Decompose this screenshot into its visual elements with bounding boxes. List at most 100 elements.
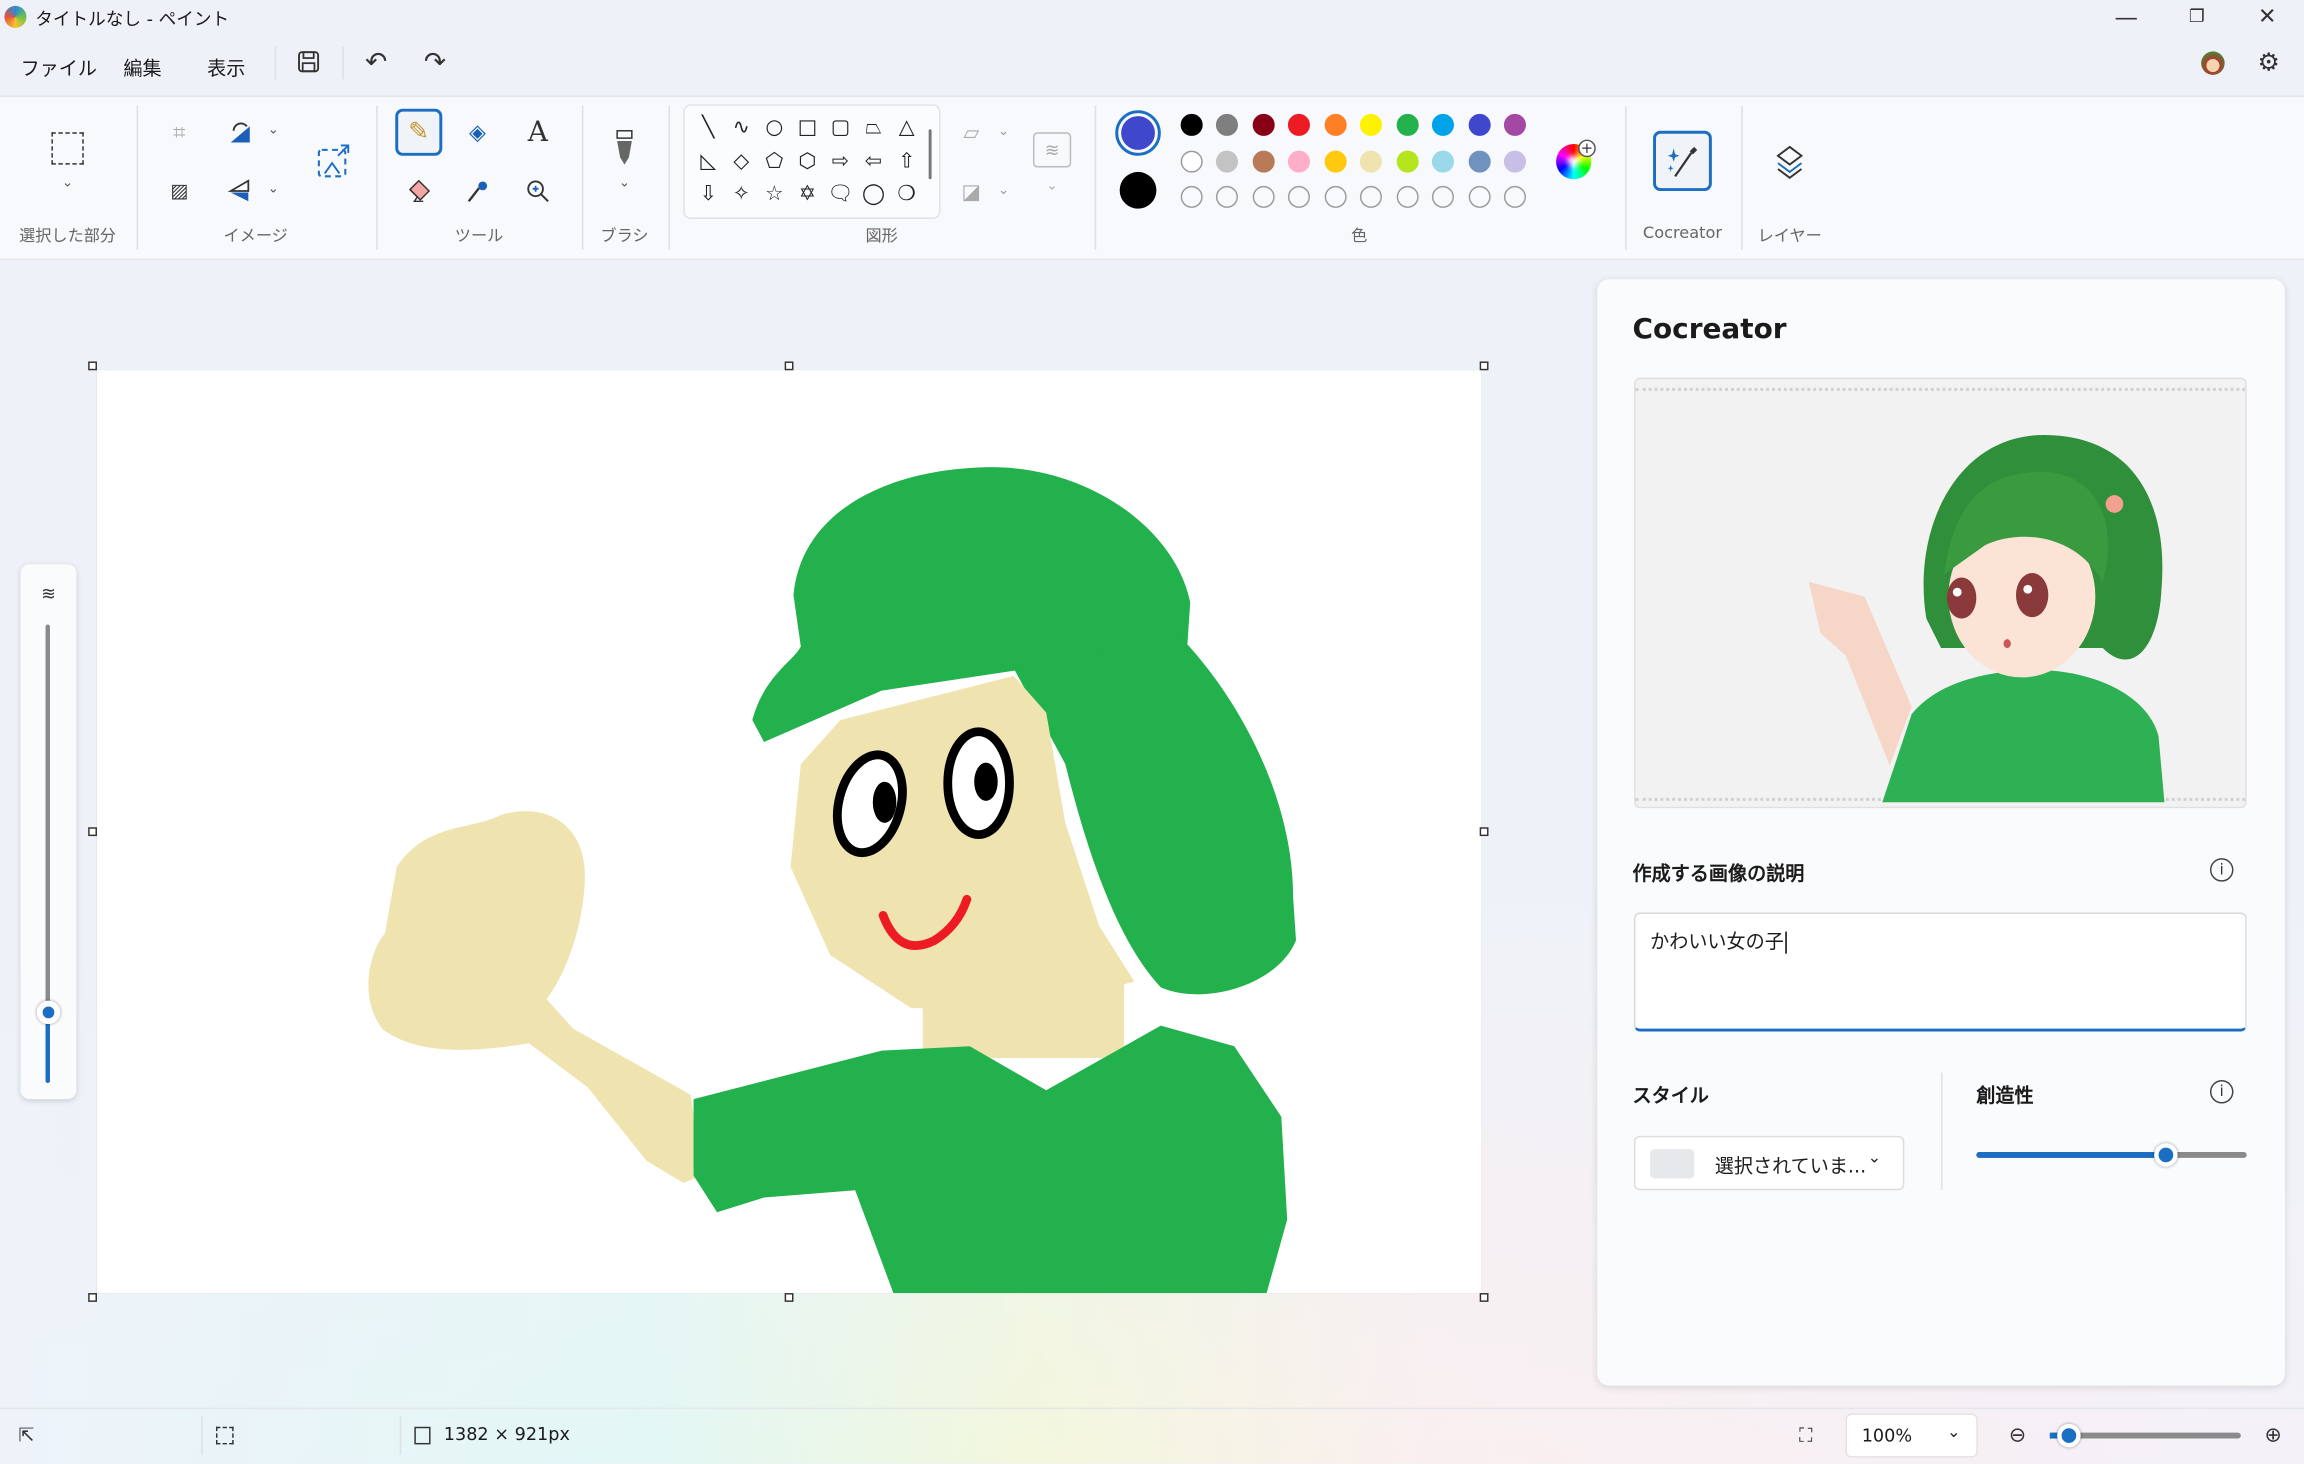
creativity-slider[interactable]	[1976, 1152, 2246, 1158]
palette-color-swatch[interactable]	[1469, 114, 1491, 136]
save-icon[interactable]	[294, 47, 323, 76]
palette-color-swatch[interactable]	[1288, 114, 1310, 136]
eraser-icon[interactable]	[404, 176, 433, 205]
canvas-resize-handle[interactable]	[785, 1293, 794, 1302]
custom-color-slot[interactable]	[1469, 186, 1491, 208]
left-arrow-shape-icon[interactable]: ⇦	[859, 146, 888, 175]
remove-background-icon[interactable]: ▨	[165, 176, 194, 205]
pencil-tool-button[interactable]: ✎	[395, 109, 442, 156]
redo-icon[interactable]: ↷	[420, 47, 449, 76]
palette-color-swatch[interactable]	[1432, 150, 1454, 172]
layers-icon[interactable]	[1771, 143, 1809, 181]
chevron-down-icon[interactable]: ⌄	[995, 181, 1013, 202]
line-size-icon[interactable]: ≋	[1033, 132, 1071, 167]
palette-color-swatch[interactable]	[1360, 150, 1382, 172]
shapes-scrollbar[interactable]	[929, 129, 932, 179]
custom-color-slot[interactable]	[1504, 186, 1526, 208]
custom-color-slot[interactable]	[1397, 186, 1419, 208]
chevron-down-icon[interactable]: ⌄	[1042, 176, 1063, 197]
palette-color-swatch[interactable]	[1325, 150, 1347, 172]
rotate-icon[interactable]	[225, 118, 254, 147]
palette-color-swatch[interactable]	[1181, 150, 1203, 172]
pentagon-shape-icon[interactable]: ⬠	[760, 146, 789, 175]
zoom-thumb[interactable]	[2057, 1424, 2081, 1448]
diamond-shape-icon[interactable]: ◇	[727, 146, 756, 175]
palette-color-swatch[interactable]	[1504, 150, 1526, 172]
palette-color-swatch[interactable]	[1216, 150, 1238, 172]
magnifier-icon[interactable]	[523, 176, 552, 205]
line-shape-icon[interactable]: ╲	[694, 113, 723, 142]
secondary-color-swatch[interactable]	[1120, 172, 1157, 209]
generated-image[interactable]	[1634, 378, 2247, 809]
five-point-star-shape-icon[interactable]: ☆	[760, 179, 789, 208]
palette-color-swatch[interactable]	[1253, 150, 1275, 172]
add-color-icon[interactable]: +	[1578, 140, 1596, 158]
hexagon-shape-icon[interactable]: ⬡	[793, 146, 822, 175]
cocreator-button[interactable]	[1653, 131, 1712, 191]
oval-callout-shape-icon[interactable]: ◯	[859, 179, 888, 208]
menu-edit[interactable]: 編集	[123, 53, 161, 81]
zoom-dropdown[interactable]: 100% ⌄	[1846, 1414, 1978, 1458]
drawing-canvas[interactable]	[97, 370, 1481, 1293]
chevron-down-icon[interactable]: ⌄	[56, 173, 80, 194]
account-avatar[interactable]	[2201, 51, 2225, 75]
four-point-star-shape-icon[interactable]: ✧	[727, 179, 756, 208]
zoom-slider[interactable]	[2050, 1433, 2241, 1439]
undo-icon[interactable]: ↶	[361, 47, 390, 76]
chevron-down-icon[interactable]: ⌄	[264, 120, 282, 141]
brush-icon[interactable]	[608, 128, 640, 169]
palette-color-swatch[interactable]	[1253, 114, 1275, 136]
custom-color-slot[interactable]	[1216, 186, 1238, 208]
text-tool-icon[interactable]: A	[523, 116, 552, 148]
description-input[interactable]: かわいい女の子	[1634, 912, 2247, 1031]
custom-color-slot[interactable]	[1360, 186, 1382, 208]
brush-size-thumb[interactable]	[37, 1001, 61, 1025]
fill-bucket-icon[interactable]: ◈	[463, 118, 492, 147]
info-icon[interactable]: i	[2210, 1080, 2234, 1104]
canvas-resize-handle[interactable]	[88, 827, 97, 836]
canvas-resize-handle[interactable]	[1480, 827, 1489, 836]
palette-color-swatch[interactable]	[1504, 114, 1526, 136]
down-arrow-shape-icon[interactable]: ⇩	[694, 179, 723, 208]
canvas-resize-handle[interactable]	[1480, 361, 1489, 370]
menu-view[interactable]: 表示	[207, 53, 245, 81]
right-triangle-shape-icon[interactable]: ◺	[694, 146, 723, 175]
oval-shape-icon[interactable]: ○	[760, 113, 789, 142]
minimize-button[interactable]: —	[2110, 3, 2142, 29]
chevron-down-icon[interactable]: ⌄	[264, 179, 282, 200]
canvas-resize-handle[interactable]	[88, 361, 97, 370]
outline-icon[interactable]: ▱	[957, 120, 986, 146]
zoom-out-icon[interactable]: ⊖	[2004, 1422, 2030, 1448]
palette-color-swatch[interactable]	[1216, 114, 1238, 136]
select-rectangle-icon[interactable]	[51, 132, 83, 164]
palette-color-swatch[interactable]	[1469, 150, 1491, 172]
right-arrow-shape-icon[interactable]: ⇨	[826, 146, 855, 175]
zoom-in-icon[interactable]: ⊕	[2260, 1422, 2286, 1448]
restore-button[interactable]: ❐	[2181, 3, 2213, 29]
fill-icon[interactable]: ◪	[957, 179, 986, 205]
crop-icon[interactable]: ⌗	[165, 118, 194, 147]
rounded-callout-shape-icon[interactable]: 🗨	[826, 179, 855, 208]
color-picker-icon[interactable]	[463, 176, 492, 205]
chevron-down-icon[interactable]: ⌄	[614, 173, 635, 194]
six-point-star-shape-icon[interactable]: ✡	[793, 179, 822, 208]
palette-color-swatch[interactable]	[1288, 150, 1310, 172]
palette-color-swatch[interactable]	[1432, 114, 1454, 136]
canvas-resize-handle[interactable]	[1480, 1293, 1489, 1302]
palette-color-swatch[interactable]	[1181, 114, 1203, 136]
style-dropdown[interactable]: 選択されていま... ⌄	[1634, 1136, 1904, 1190]
rectangle-shape-icon[interactable]: □	[793, 113, 822, 142]
custom-color-slot[interactable]	[1325, 186, 1347, 208]
close-button[interactable]: ✕	[2251, 3, 2283, 29]
canvas-resize-handle[interactable]	[88, 1293, 97, 1302]
flip-icon[interactable]	[225, 176, 254, 205]
creativity-thumb[interactable]	[2154, 1143, 2178, 1167]
polygon-shape-icon[interactable]: ⏢	[859, 113, 888, 142]
custom-color-slot[interactable]	[1181, 186, 1203, 208]
resize-image-icon[interactable]	[314, 143, 352, 181]
up-arrow-shape-icon[interactable]: ⇧	[892, 146, 921, 175]
palette-color-swatch[interactable]	[1397, 150, 1419, 172]
curve-shape-icon[interactable]: ∿	[727, 113, 756, 142]
settings-gear-icon[interactable]: ⚙	[2254, 48, 2283, 77]
custom-color-slot[interactable]	[1432, 186, 1454, 208]
